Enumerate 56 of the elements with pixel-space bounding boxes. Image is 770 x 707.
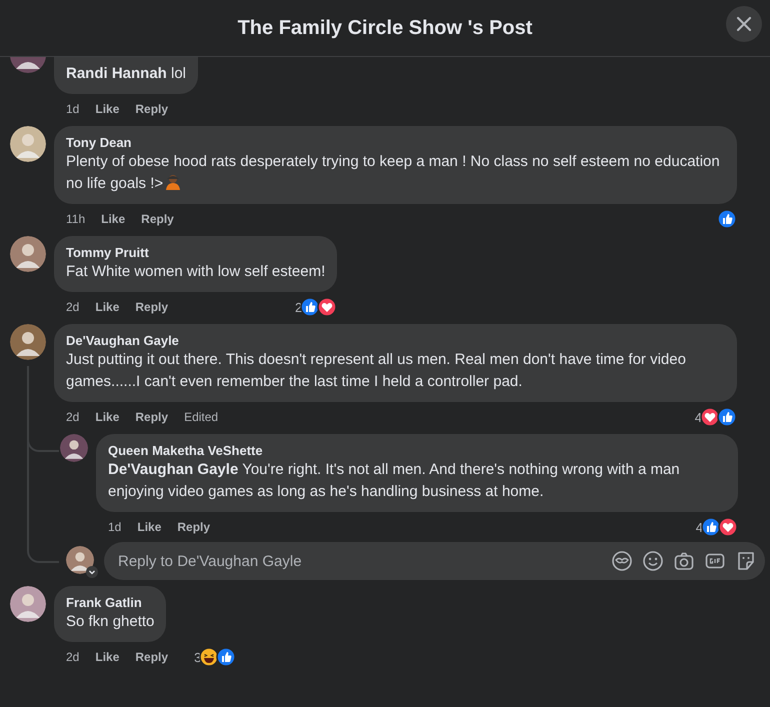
avatar-sticker-icon[interactable] [611,550,633,572]
action-link[interactable]: Reply [177,520,210,534]
comment-text: Fat White women with low self esteem! [66,263,326,280]
avatar[interactable] [10,57,46,73]
action-link[interactable]: Like [95,300,120,314]
avatar[interactable] [10,236,46,272]
action-link[interactable]: Like [95,102,120,116]
chevron-down-icon[interactable] [86,566,98,578]
action-link[interactable]: Like [95,650,120,664]
action-link[interactable]: Reply [141,212,174,226]
like-icon[interactable] [701,517,721,537]
comment-text: De'Vaughan Gayle You're right. It's not all men. And there's nothing wrong with a man enjoying video games as long as he's handling business at home. [108,461,680,500]
close-icon[interactable] [736,16,752,32]
sticker-icon[interactable] [735,550,757,572]
close-button[interactable] [726,6,762,42]
timestamp[interactable]: 11h [66,212,86,226]
avatar[interactable] [10,324,46,360]
timestamp[interactable]: 2d [66,300,80,314]
comment-text: So fkn ghetto [66,613,154,630]
timestamp[interactable]: 2d [66,410,80,424]
camera-icon[interactable] [673,550,695,572]
dialog-title: The Family Circle Show 's Post [238,16,532,40]
reply-field[interactable]: Reply to De'Vaughan Gayle [116,552,611,570]
avatar[interactable] [66,546,94,574]
comment-text: Randi Hannah lol [66,65,186,82]
reaction-count[interactable]: 4 [696,520,703,534]
timestamp[interactable]: 1d [108,520,122,534]
author-name[interactable]: De'Vaughan Gayle [66,332,725,349]
author-name[interactable]: Tommy Pruitt [66,244,326,261]
author-name[interactable]: Queen Maketha VeShette [108,442,726,459]
comment-text: Plenty of obese hood rats desperately trying to keep a man ! No class no self esteem no education no life goals !> [66,153,720,192]
like-icon[interactable] [717,209,737,229]
like-icon[interactable] [300,297,320,317]
comment-text: Just putting it out there. This doesn't represent all us men. Real men don't have time for video games......I can't even remember the last time I held a controller pad. [66,351,686,390]
timestamp[interactable]: 2d [66,650,80,664]
laughing-face-icon[interactable] [199,647,220,667]
avatar[interactable] [10,586,46,622]
action-link[interactable]: Reply [135,102,168,116]
avatar[interactable] [60,434,88,462]
reply-box[interactable]: Reply to De'Vaughan Gayle [104,542,765,580]
emoji-icon[interactable] [642,550,664,572]
timestamp[interactable]: 1d [66,102,80,116]
action-link[interactable]: Reply [135,410,168,424]
action-link[interactable]: Like [95,410,120,424]
action-link[interactable]: Like [137,520,162,534]
like-icon[interactable] [717,407,737,427]
author-name[interactable]: Frank Gatlin [66,594,154,611]
author-name[interactable]: Tony Dean [66,134,725,151]
like-icon[interactable] [216,647,236,667]
action-link[interactable]: Reply [135,650,168,664]
person-emoji-icon [164,173,182,191]
avatar[interactable] [10,126,46,162]
reaction-count[interactable]: 4 [694,410,702,424]
action-link[interactable]: Like [101,212,126,226]
action-link[interactable]: Reply [135,300,168,314]
edited-label[interactable]: Edited [184,410,218,424]
